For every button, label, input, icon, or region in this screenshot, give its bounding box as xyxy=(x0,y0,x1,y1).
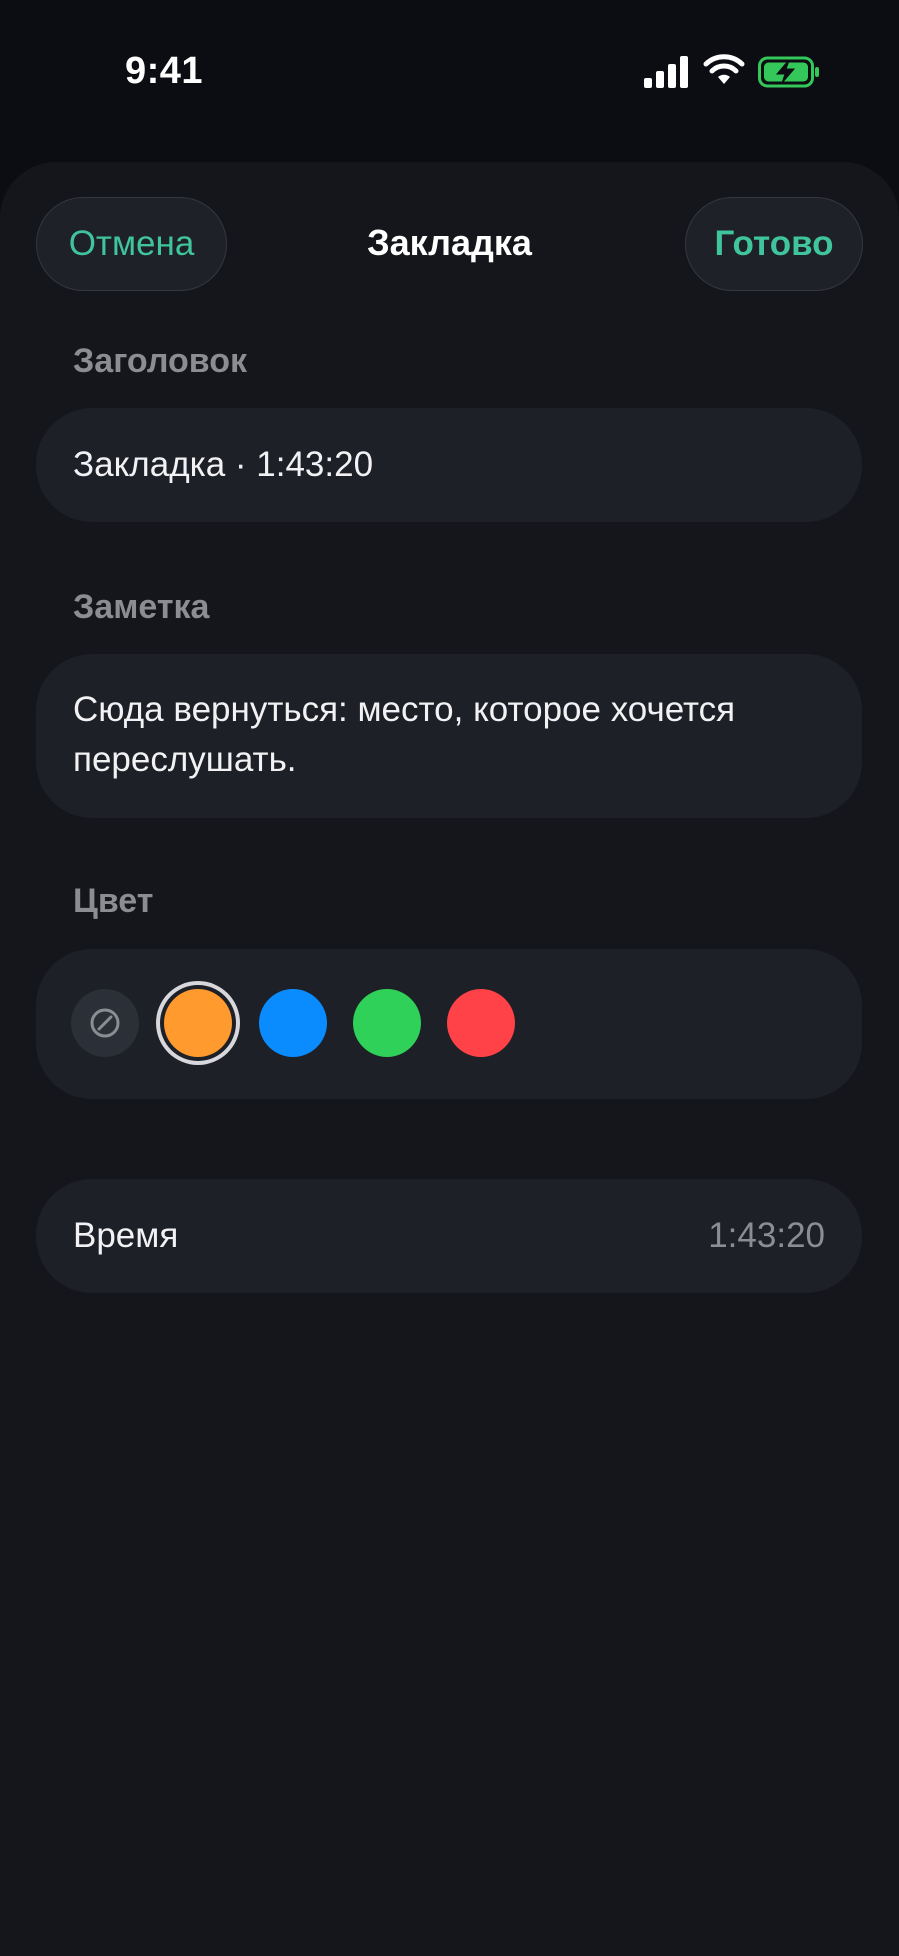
sheet-header: Отмена Закладка Готово xyxy=(0,162,899,291)
note-section-label: Заметка xyxy=(73,588,210,626)
battery-charging-icon xyxy=(758,56,819,88)
cellular-signal-icon xyxy=(644,56,688,88)
color-option-orange[interactable] xyxy=(164,989,232,1057)
color-option-red[interactable] xyxy=(447,989,515,1057)
title-field[interactable]: Закладка · 1:43:20 xyxy=(36,408,862,522)
color-option-green[interactable] xyxy=(353,989,421,1057)
color-option-blue[interactable] xyxy=(259,989,327,1057)
note-field[interactable]: Сюда вернуться: место, которое хочется п… xyxy=(36,654,862,818)
title-field-value: Закладка · 1:43:20 xyxy=(73,445,374,484)
color-picker xyxy=(36,949,862,1099)
time-row-label: Время xyxy=(73,1216,179,1255)
color-option-none[interactable] xyxy=(71,989,139,1057)
wifi-icon xyxy=(703,54,745,84)
note-field-line-2: переслушать. xyxy=(73,740,297,779)
status-bar: 9:41 xyxy=(0,0,899,150)
screen: 9:41 Отмена Закладка Готово Заголовок За… xyxy=(0,0,899,1956)
color-section-label: Цвет xyxy=(73,882,154,920)
no-color-icon xyxy=(90,1008,120,1038)
done-button[interactable]: Готово xyxy=(685,197,863,291)
sheet-title: Закладка xyxy=(367,222,532,263)
cancel-button[interactable]: Отмена xyxy=(36,197,227,291)
time-row[interactable]: Время 1:43:20 xyxy=(36,1179,862,1293)
title-section-label: Заголовок xyxy=(73,342,248,380)
bookmark-sheet: Отмена Закладка Готово Заголовок Закладк… xyxy=(0,162,899,1956)
status-time: 9:41 xyxy=(125,50,204,92)
time-row-value: 1:43:20 xyxy=(708,1216,825,1255)
note-field-line-1: Сюда вернуться: место, которое хочется xyxy=(73,690,736,729)
